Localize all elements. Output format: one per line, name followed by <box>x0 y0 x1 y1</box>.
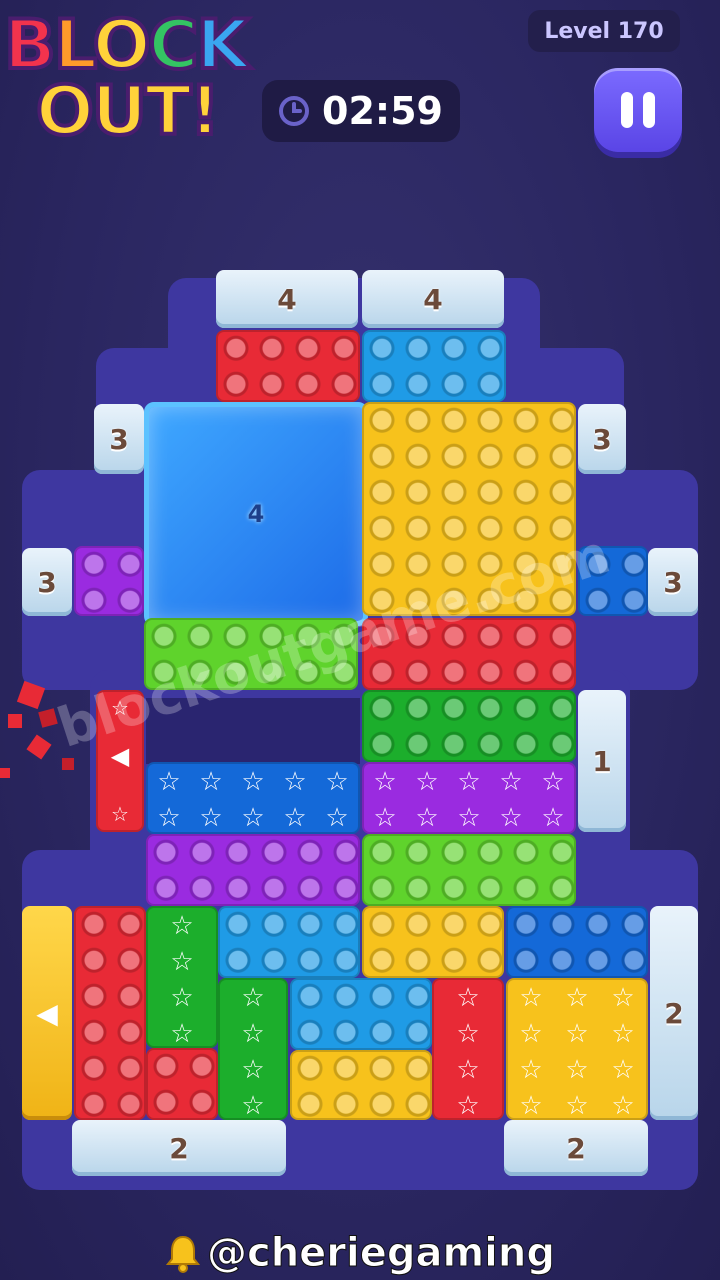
ice-block[interactable]: 4 <box>144 402 368 626</box>
exit-gate-bottom-left: 2 <box>72 1120 286 1176</box>
timer: 02:59 <box>262 80 460 142</box>
star-pattern: ☆☆☆☆ ☆☆☆☆ ☆☆☆☆ ☆☆☆☆ <box>519 983 635 1120</box>
exit-gate-top-right: 4 <box>362 270 504 328</box>
block-purple-small[interactable] <box>74 546 144 616</box>
exit-gate-right-lower: 1 <box>578 690 626 832</box>
clock-icon <box>279 96 309 126</box>
block-purple-stars[interactable]: ☆ ☆ ☆ ☆ ☆ ☆ ☆ ☆ ☆ ☆ <box>362 762 576 834</box>
arrow-left-icon: ◀ <box>36 996 58 1030</box>
star-pattern: ☆☆ ☆☆ ☆☆ ☆☆ <box>456 983 480 1120</box>
star-pattern: ☆ ☆ ☆ ☆ ☆ ☆ ☆ ☆ ☆ ☆ <box>157 767 349 833</box>
logo-line-1: BLOCK <box>2 6 251 85</box>
block-yellow-bottom[interactable] <box>290 1050 432 1120</box>
block-red-L[interactable] <box>74 906 146 1120</box>
block-green[interactable] <box>362 690 576 762</box>
exit-gate-left-yellow: ◀ <box>22 906 72 1120</box>
level-indicator: Level 170 <box>528 10 680 52</box>
block-blue[interactable] <box>362 330 506 402</box>
star-pattern: ☆☆ ☆☆ ☆☆ ☆☆ <box>170 911 194 1048</box>
logo-line-2: OUT! <box>34 72 222 151</box>
ice-block-count: 4 <box>247 500 265 528</box>
pause-icon <box>621 92 633 128</box>
exit-gate-left-mid: 3 <box>22 548 72 616</box>
block-lime-wide[interactable] <box>362 834 576 906</box>
block-yellow-stars[interactable]: ☆☆☆☆ ☆☆☆☆ ☆☆☆☆ ☆☆☆☆ <box>506 978 648 1120</box>
block-red-L-foot[interactable] <box>146 1048 218 1120</box>
exit-gate-bottom-right: 2 <box>504 1120 648 1176</box>
exit-gate-right-upper: 3 <box>578 404 626 474</box>
block-blue-lower[interactable] <box>290 978 432 1050</box>
star-pattern: ☆☆ ☆☆ ☆☆ ☆☆ <box>241 983 265 1120</box>
block-purple-wide[interactable] <box>146 834 360 906</box>
star-pattern: ☆ ☆ ☆ ☆ ☆ ☆ ☆ ☆ ☆ ☆ <box>373 767 565 833</box>
block-red-stars[interactable]: ☆☆ ☆☆ ☆☆ ☆☆ <box>432 978 504 1120</box>
block-green-stars-lower[interactable]: ☆☆ ☆☆ ☆☆ ☆☆ <box>218 978 288 1120</box>
block-red-arrow[interactable]: ◀ ☆ ☆ <box>96 690 144 832</box>
exit-gate-left-upper: 3 <box>94 404 144 474</box>
pause-button[interactable] <box>594 68 682 152</box>
exit-gate-top-left: 4 <box>216 270 358 328</box>
game-logo: BLOCK OUT! <box>0 0 270 160</box>
block-yellow-mid[interactable] <box>362 906 504 978</box>
block-debris <box>0 680 80 780</box>
block-navy-wide[interactable] <box>506 906 648 978</box>
footer-credit: @cheriegaming <box>0 1230 720 1277</box>
exit-gate-right-bottom: 2 <box>650 906 698 1120</box>
footer-handle: @cheriegaming <box>206 1230 555 1277</box>
arrow-left-icon: ◀ <box>110 742 130 770</box>
timer-value: 02:59 <box>322 89 443 133</box>
exit-gate-right-mid: 3 <box>648 548 698 616</box>
block-green-stars[interactable]: ☆☆ ☆☆ ☆☆ ☆☆ <box>146 906 218 1048</box>
block-red[interactable] <box>216 330 360 402</box>
bell-icon <box>165 1235 201 1273</box>
block-navy-stars[interactable]: ☆ ☆ ☆ ☆ ☆ ☆ ☆ ☆ ☆ ☆ <box>146 762 360 834</box>
block-blue-upper[interactable] <box>218 906 360 978</box>
